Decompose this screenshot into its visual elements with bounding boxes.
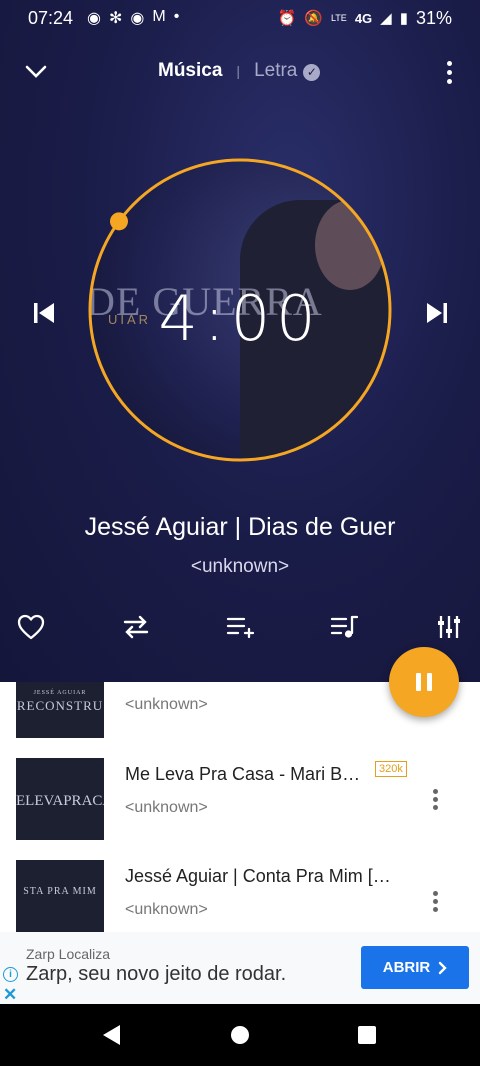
track-list: JESSÉ AGUIAR RECONSTRU <unknown> ELEVAPR… bbox=[0, 682, 480, 932]
track-thumbnail: JESSÉ AGUIAR RECONSTRU bbox=[16, 682, 104, 738]
close-icon[interactable]: ✕ bbox=[3, 985, 17, 1005]
dot-icon: • bbox=[173, 8, 180, 25]
track-subtitle: <unknown> bbox=[125, 696, 208, 713]
tab-separator: | bbox=[236, 63, 241, 79]
alarm-icon: ⏰ bbox=[277, 10, 297, 27]
status-bar: 07:24 ◉ ✻ ◉ M • ⏰ 🔕 LTE 4G ◢ ▮ 31% bbox=[0, 0, 480, 36]
status-right: ⏰ 🔕 LTE 4G ◢ ▮ 31% bbox=[278, 8, 452, 29]
repeat-icon bbox=[123, 615, 149, 639]
home-icon[interactable] bbox=[230, 1025, 250, 1045]
track-title: Me Leva Pra Casa - Mari B… bbox=[125, 764, 361, 784]
player-panel: 07:24 ◉ ✻ ◉ M • ⏰ 🔕 LTE 4G ◢ ▮ 31% Músic… bbox=[0, 0, 480, 682]
header-tabs: Música | Letra ✓ bbox=[158, 60, 321, 82]
track-thumbnail: STA PRA MIM bbox=[16, 860, 104, 932]
add-to-playlist-button[interactable] bbox=[224, 612, 256, 642]
thumb-text: STA PRA MIM bbox=[23, 886, 97, 897]
quality-badge: 320k bbox=[375, 761, 407, 777]
track-subtitle: <unknown> bbox=[125, 799, 208, 816]
ad-label: Zarp Localiza bbox=[26, 946, 111, 962]
favorite-button[interactable] bbox=[16, 612, 46, 642]
chevron-down-icon bbox=[25, 65, 47, 78]
record-icon-2: ◉ bbox=[130, 10, 145, 27]
more-icon[interactable] bbox=[425, 891, 445, 912]
more-icon[interactable] bbox=[425, 789, 445, 810]
list-item[interactable]: STA PRA MIM Jessé Aguiar | Conta Pra Mim… bbox=[0, 860, 480, 932]
heart-icon bbox=[17, 614, 45, 640]
next-button[interactable] bbox=[423, 298, 451, 328]
navigation-bar bbox=[0, 1004, 480, 1066]
tab-lyrics-label: Letra bbox=[254, 60, 298, 81]
notification-icons: ◉ ✻ ◉ M • bbox=[87, 8, 179, 28]
mute-icon: 🔕 bbox=[304, 10, 323, 27]
control-row bbox=[0, 610, 480, 644]
info-icon[interactable]: i bbox=[3, 967, 18, 982]
status-time: 07:24 bbox=[28, 7, 74, 28]
skip-next-icon bbox=[427, 303, 447, 323]
more-icon-dot bbox=[446, 69, 452, 75]
queue-music-icon bbox=[330, 615, 358, 638]
thumb-text: RECONSTRU bbox=[16, 698, 104, 713]
queue-button[interactable] bbox=[328, 612, 360, 642]
pause-icon bbox=[416, 673, 432, 691]
track-artist: <unknown> bbox=[190, 556, 290, 577]
pause-button[interactable] bbox=[389, 647, 459, 717]
volte-label: LTE bbox=[330, 13, 347, 23]
more-icon-dot bbox=[446, 78, 452, 84]
thumb-text: ELEVAPRACA bbox=[16, 793, 104, 809]
equalizer-icon bbox=[438, 616, 460, 638]
repeat-button[interactable] bbox=[120, 612, 152, 642]
thumb-subtext: JESSÉ AGUIAR bbox=[33, 690, 87, 696]
collapse-button[interactable] bbox=[22, 58, 50, 86]
progress-knob[interactable] bbox=[109, 212, 128, 231]
chevron-right-icon bbox=[439, 961, 447, 974]
track-title: Jessé Aguiar | Conta Pra Mim [… bbox=[125, 866, 391, 886]
track-thumbnail: ELEVAPRACA bbox=[16, 758, 104, 840]
battery-icon: ▮ bbox=[399, 10, 408, 27]
track-title: Jessé Aguiar | Dias de Guer bbox=[84, 513, 396, 541]
network-label: 4G bbox=[354, 10, 373, 26]
record-icon: ◉ bbox=[87, 10, 102, 27]
equalizer-button[interactable] bbox=[434, 612, 464, 642]
ad-open-label: ABRIR bbox=[382, 959, 431, 976]
battery-level: 31% bbox=[415, 7, 452, 28]
tab-lyrics[interactable]: Letra ✓ bbox=[254, 60, 321, 82]
gmail-icon: M bbox=[152, 8, 166, 25]
fan-icon: ✻ bbox=[109, 10, 123, 27]
ad-open-button[interactable]: ABRIR bbox=[361, 946, 469, 989]
list-item[interactable]: ELEVAPRACA Me Leva Pra Casa - Mari B… 32… bbox=[0, 758, 480, 840]
track-subtitle: <unknown> bbox=[125, 901, 208, 918]
tab-music[interactable]: Música bbox=[158, 60, 222, 82]
ad-text: Zarp, seu novo jeito de rodar. bbox=[26, 963, 287, 985]
more-options-button[interactable] bbox=[438, 58, 460, 86]
signal-icon: ◢ bbox=[380, 10, 392, 27]
recents-icon[interactable] bbox=[357, 1025, 377, 1045]
playlist-add-icon bbox=[226, 617, 254, 639]
check-icon: ✓ bbox=[303, 63, 321, 81]
back-icon[interactable] bbox=[101, 1024, 121, 1046]
more-icon-dot bbox=[446, 60, 452, 66]
clock-display: 4:00 bbox=[158, 282, 322, 355]
